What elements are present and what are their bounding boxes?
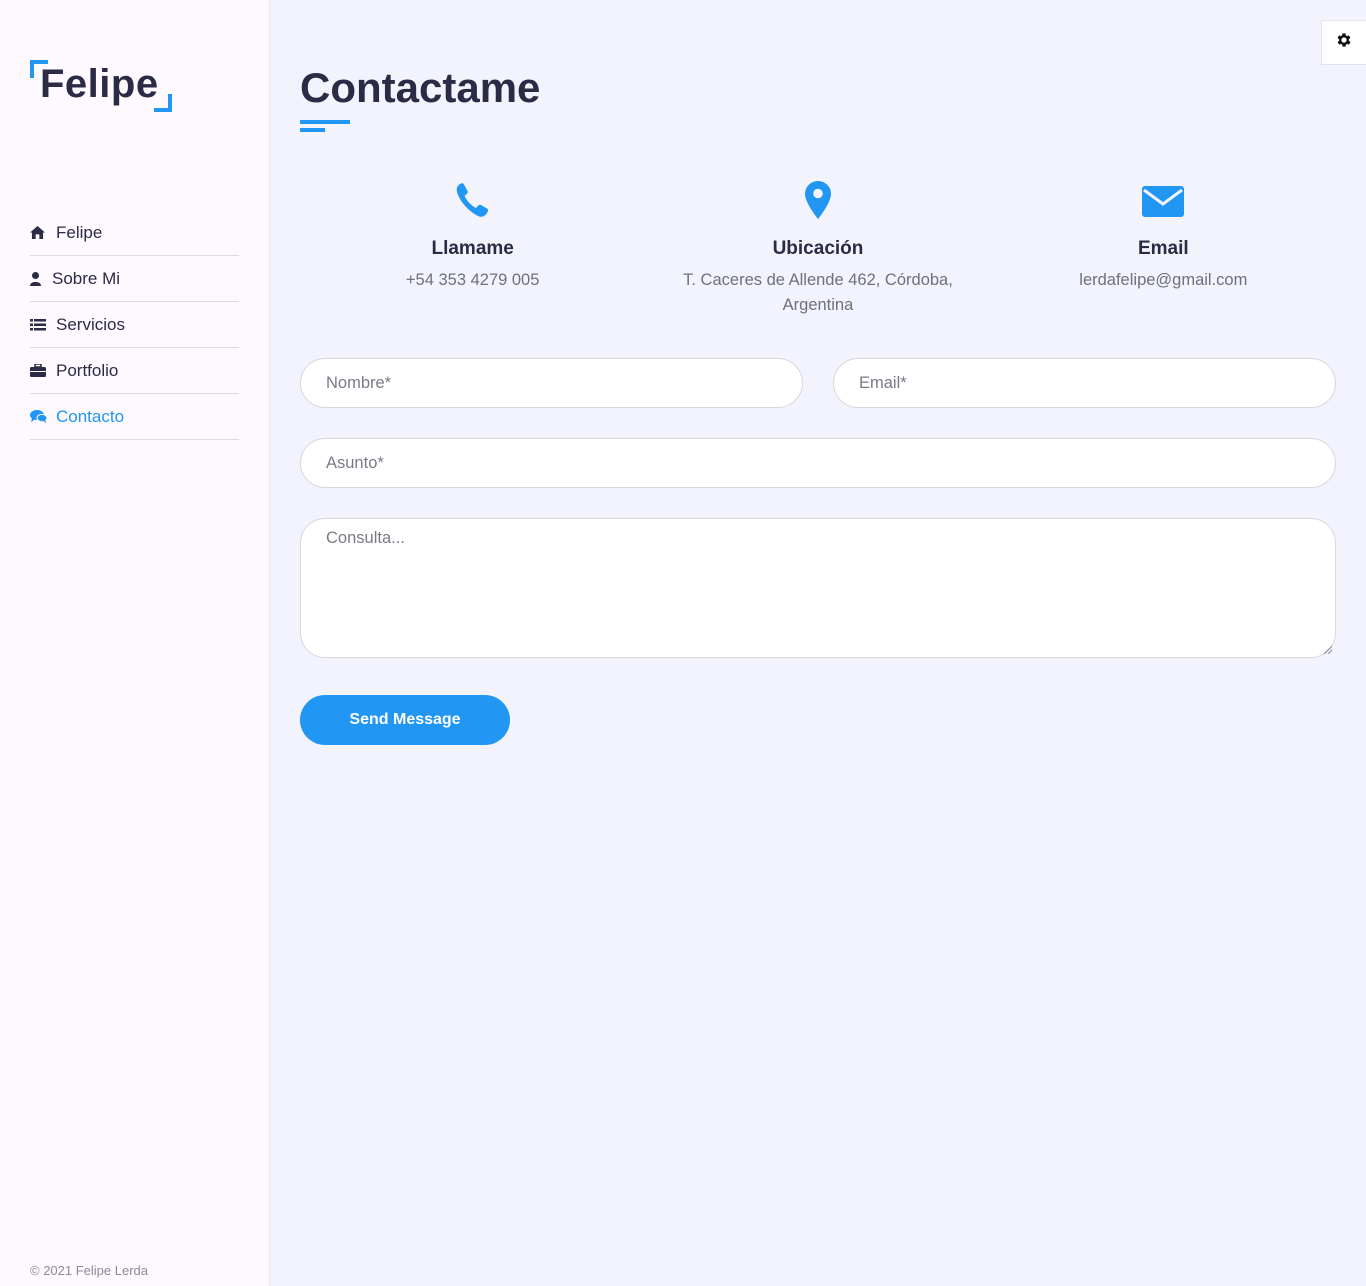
contact-card-value: T. Caceres de Allende 462, Córdoba, Arge… (683, 271, 953, 314)
subject-field[interactable]: Asunto* (300, 438, 1336, 488)
title-underline (300, 120, 350, 124)
sidebar-item-label: Portfolio (56, 360, 119, 380)
title-underline-short (300, 128, 325, 132)
resize-handle[interactable] (1324, 646, 1332, 654)
sidebar-item-label: Felipe (56, 222, 103, 242)
logo-text: Felipe (40, 62, 159, 106)
sidebar-item-servicios[interactable]: Servicios (30, 302, 239, 348)
sidebar-item-label: Sobre Mi (52, 268, 121, 288)
contact-card-location: Ubicación T. Caceres de Allende 462, Cór… (645, 178, 990, 318)
sidebar-item-contacto[interactable]: Contacto (30, 394, 239, 440)
main-content: Contactame Llamame +54 353 4279 005 Ubic… (300, 0, 1336, 1286)
contact-card-value: lerdafelipe@gmail.com (1079, 271, 1248, 289)
message-textarea[interactable]: Consulta... (300, 518, 1336, 658)
home-icon (30, 226, 56, 239)
contact-card-value: +54 353 4279 005 (405, 271, 540, 289)
contact-card-phone: Llamame +54 353 4279 005 (300, 178, 645, 318)
map-pin-icon (645, 178, 990, 222)
name-placeholder: Nombre* (326, 373, 392, 392)
sidebar-item-sobre-mi[interactable]: Sobre Mi (30, 256, 239, 302)
copyright: © 2021 Felipe Lerda (30, 1263, 148, 1278)
contact-card-title: Llamame (431, 238, 514, 259)
page-title: Contactame (300, 64, 541, 111)
contact-info-row: Llamame +54 353 4279 005 Ubicación T. Ca… (300, 178, 1336, 318)
email-placeholder: Email* (859, 373, 907, 392)
sidebar-item-felipe[interactable]: Felipe (30, 210, 239, 256)
contact-card-title: Email (1137, 238, 1189, 259)
contact-card-title: Ubicación (772, 238, 864, 259)
envelope-icon (991, 178, 1336, 222)
logo[interactable]: Felipe (30, 60, 172, 112)
message-placeholder: Consulta... (326, 529, 405, 547)
phone-icon (300, 178, 645, 222)
send-message-button[interactable]: Send Message (300, 695, 510, 745)
sidebar-item-label: Contacto (56, 406, 125, 426)
sidebar-item-portfolio[interactable]: Portfolio (30, 348, 239, 394)
user-icon (30, 271, 52, 286)
sidebar: Felipe Felipe Sobre Mi Servicios Portfol… (0, 0, 270, 1286)
contact-card-email: Email lerdafelipe@gmail.com (991, 178, 1336, 318)
gear-icon (1335, 31, 1353, 54)
comments-icon (30, 410, 56, 423)
subject-placeholder: Asunto* (326, 453, 384, 472)
list-icon (30, 318, 56, 331)
sidebar-item-label: Servicios (56, 314, 125, 334)
name-field[interactable]: Nombre* (300, 358, 803, 408)
email-field[interactable]: Email* (833, 358, 1336, 408)
sidebar-nav: Felipe Sobre Mi Servicios Portfolio Cont… (30, 210, 239, 440)
briefcase-icon (30, 364, 56, 377)
